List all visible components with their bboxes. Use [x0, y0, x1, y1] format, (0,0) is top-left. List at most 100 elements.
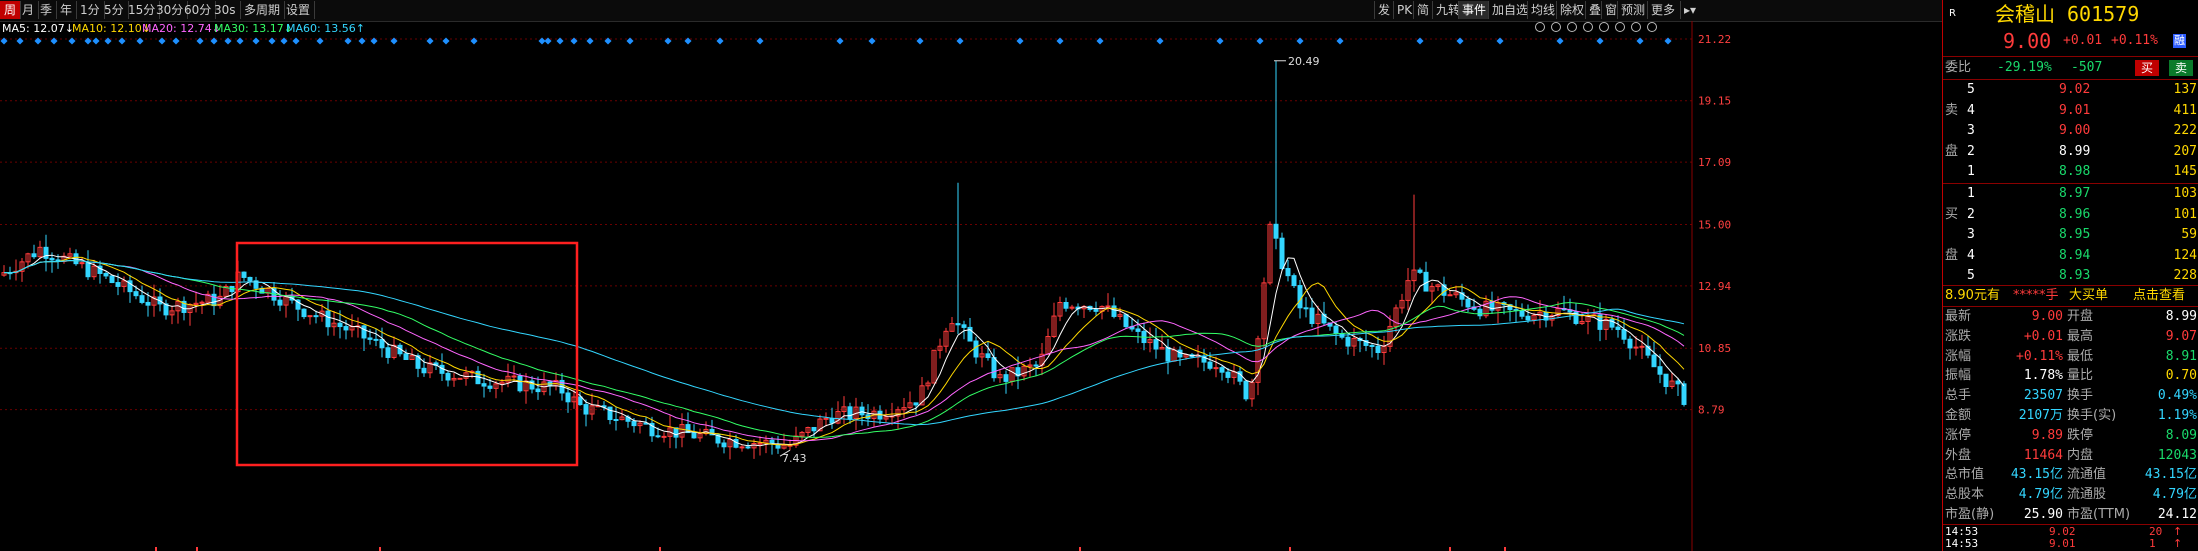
redo-icon[interactable]	[1599, 22, 1609, 32]
sell_orders-row[interactable]: 3 9.00 222	[1943, 121, 2198, 141]
settings-gear-icon[interactable]	[1551, 22, 1561, 32]
period-tab-11[interactable]: 设置	[282, 1, 316, 19]
toolbar-btn-11[interactable]: 更多	[1647, 1, 1678, 19]
buy_orders-row[interactable]: 盘 4 8.94 124	[1943, 246, 2198, 266]
toolbar-btn-7[interactable]: 除权	[1556, 1, 1587, 19]
event-marker-17[interactable]	[268, 37, 276, 45]
expand-menu-icon[interactable]: ▸▾	[1680, 1, 1699, 19]
event-marker-41[interactable]	[916, 37, 924, 45]
buy_orders-row[interactable]: 1 8.97 103	[1943, 184, 2198, 204]
candle-body-54	[325, 310, 331, 328]
event-marker-20[interactable]	[316, 37, 324, 45]
event-marker-47[interactable]	[1216, 37, 1224, 45]
event-marker-48[interactable]	[1256, 37, 1264, 45]
lock-icon[interactable]	[1567, 22, 1577, 32]
event-marker-44[interactable]	[1056, 37, 1064, 45]
period-tab-10[interactable]: 多周期	[240, 1, 286, 19]
event-marker-34[interactable]	[626, 37, 634, 45]
sell-button[interactable]: 卖	[2169, 60, 2194, 76]
period-tab-2[interactable]: 季	[36, 1, 58, 19]
event-marker-9[interactable]	[136, 37, 144, 45]
event-marker-12[interactable]	[196, 37, 204, 45]
event-marker-37[interactable]	[716, 37, 724, 45]
event-marker-30[interactable]	[556, 37, 564, 45]
big-order-price: 8.90元有	[1945, 288, 2000, 303]
candle-body-52	[313, 315, 319, 318]
kline-chart[interactable]: MA5: 12.07↓MA10: 12.10↓MA20: 12.74↓MA30:…	[0, 21, 1942, 551]
period-tab-3[interactable]: 年	[56, 1, 78, 19]
toolbar-btn-0[interactable]: 发	[1374, 1, 1393, 19]
event-marker-50[interactable]	[1336, 37, 1344, 45]
quote-value: 43.15亿	[2144, 467, 2197, 483]
event-marker-54[interactable]	[1556, 37, 1564, 45]
event-marker-56[interactable]	[1636, 37, 1644, 45]
event-marker-46[interactable]	[1156, 37, 1164, 45]
event-marker-4[interactable]	[68, 37, 76, 45]
y-tick-label-1: 19.15	[1698, 95, 1731, 108]
event-marker-6[interactable]	[92, 37, 100, 45]
book-price: 9.01	[2059, 102, 2091, 118]
event-marker-15[interactable]	[236, 37, 244, 45]
book-level: 1	[1967, 186, 1975, 201]
buy-button[interactable]: 买	[2135, 60, 2160, 76]
quote-row: 涨停 9.89 跌停 8.09	[1943, 426, 2198, 445]
sell_orders-row[interactable]: 5 9.02 137	[1943, 80, 2198, 100]
view-big-order-link[interactable]: 点击查看	[2133, 286, 2185, 306]
event-marker-1[interactable]	[16, 37, 24, 45]
event-marker-16[interactable]	[252, 37, 260, 45]
event-marker-32[interactable]	[586, 37, 594, 45]
eye-icon[interactable]	[1535, 22, 1545, 32]
stock-code[interactable]: 601579	[2067, 0, 2139, 28]
event-marker-11[interactable]	[172, 37, 180, 45]
buy_orders-row[interactable]: 3 8.95 59	[1943, 225, 2198, 245]
buy_orders-row[interactable]: 买 2 8.96 101	[1943, 205, 2198, 225]
sell_orders-row[interactable]: 1 8.98 145	[1943, 162, 2198, 182]
last-price: 9.00	[2003, 29, 2052, 53]
event-marker-51[interactable]	[1416, 37, 1424, 45]
candle-body-212	[1273, 223, 1279, 239]
event-marker-42[interactable]	[956, 37, 964, 45]
toolbar-btn-2[interactable]: 简	[1413, 1, 1432, 19]
scissors-icon[interactable]	[1615, 22, 1625, 32]
sell_orders-row[interactable]: 盘 2 8.99 207	[1943, 142, 2198, 162]
undo-icon[interactable]	[1583, 22, 1593, 32]
book-level: 2	[1967, 143, 1975, 159]
event-marker-19[interactable]	[292, 37, 300, 45]
book-price: 8.93	[2059, 268, 2091, 283]
event-marker-22[interactable]	[358, 37, 366, 45]
event-marker-55[interactable]	[1596, 37, 1604, 45]
event-marker-40[interactable]	[868, 37, 876, 45]
zoom-in-icon[interactable]	[1631, 22, 1641, 32]
event-marker-39[interactable]	[836, 37, 844, 45]
event-marker-53[interactable]	[1496, 37, 1504, 45]
period-tab-9[interactable]: 30s	[210, 1, 241, 19]
book-level: 1	[1967, 164, 1975, 179]
candle-body-102	[613, 419, 619, 422]
toolbar-btn-4[interactable]: 事件	[1458, 1, 1490, 19]
event-marker-26[interactable]	[442, 37, 450, 45]
zoom-out-icon[interactable]	[1647, 22, 1657, 32]
event-marker-25[interactable]	[426, 37, 434, 45]
event-marker-10[interactable]	[158, 37, 166, 45]
toolbar-btn-1[interactable]: PK	[1393, 1, 1415, 19]
quote-label: 换手(实)	[2067, 408, 2117, 423]
candle-body-167	[1003, 374, 1009, 382]
stock-name[interactable]: 会稽山	[1995, 0, 2055, 28]
buy_orders-row[interactable]: 5 8.93 228	[1943, 266, 2198, 286]
sell_orders-row[interactable]: 卖 4 9.01 411	[1943, 101, 2198, 121]
event-marker-49[interactable]	[1296, 37, 1304, 45]
toolbar-btn-10[interactable]: 预测	[1617, 1, 1648, 19]
toolbar-btn-5[interactable]: 加自选	[1488, 1, 1531, 19]
book-volume: 137	[2173, 82, 2197, 97]
toolbar-btn-6[interactable]: 均线	[1527, 1, 1558, 19]
quote-label: 最高	[2067, 328, 2094, 344]
event-marker-43[interactable]	[1016, 37, 1024, 45]
tick-time: 14:53	[1945, 537, 1979, 550]
event-marker-45[interactable]	[1096, 37, 1104, 45]
event-marker-52[interactable]	[1456, 37, 1464, 45]
candle-body-229	[1375, 345, 1381, 354]
candle-body-35	[211, 293, 217, 307]
book-side-label: 卖	[1945, 102, 1959, 118]
event-marker-8[interactable]	[118, 37, 126, 45]
event-marker-38[interactable]	[756, 37, 764, 45]
